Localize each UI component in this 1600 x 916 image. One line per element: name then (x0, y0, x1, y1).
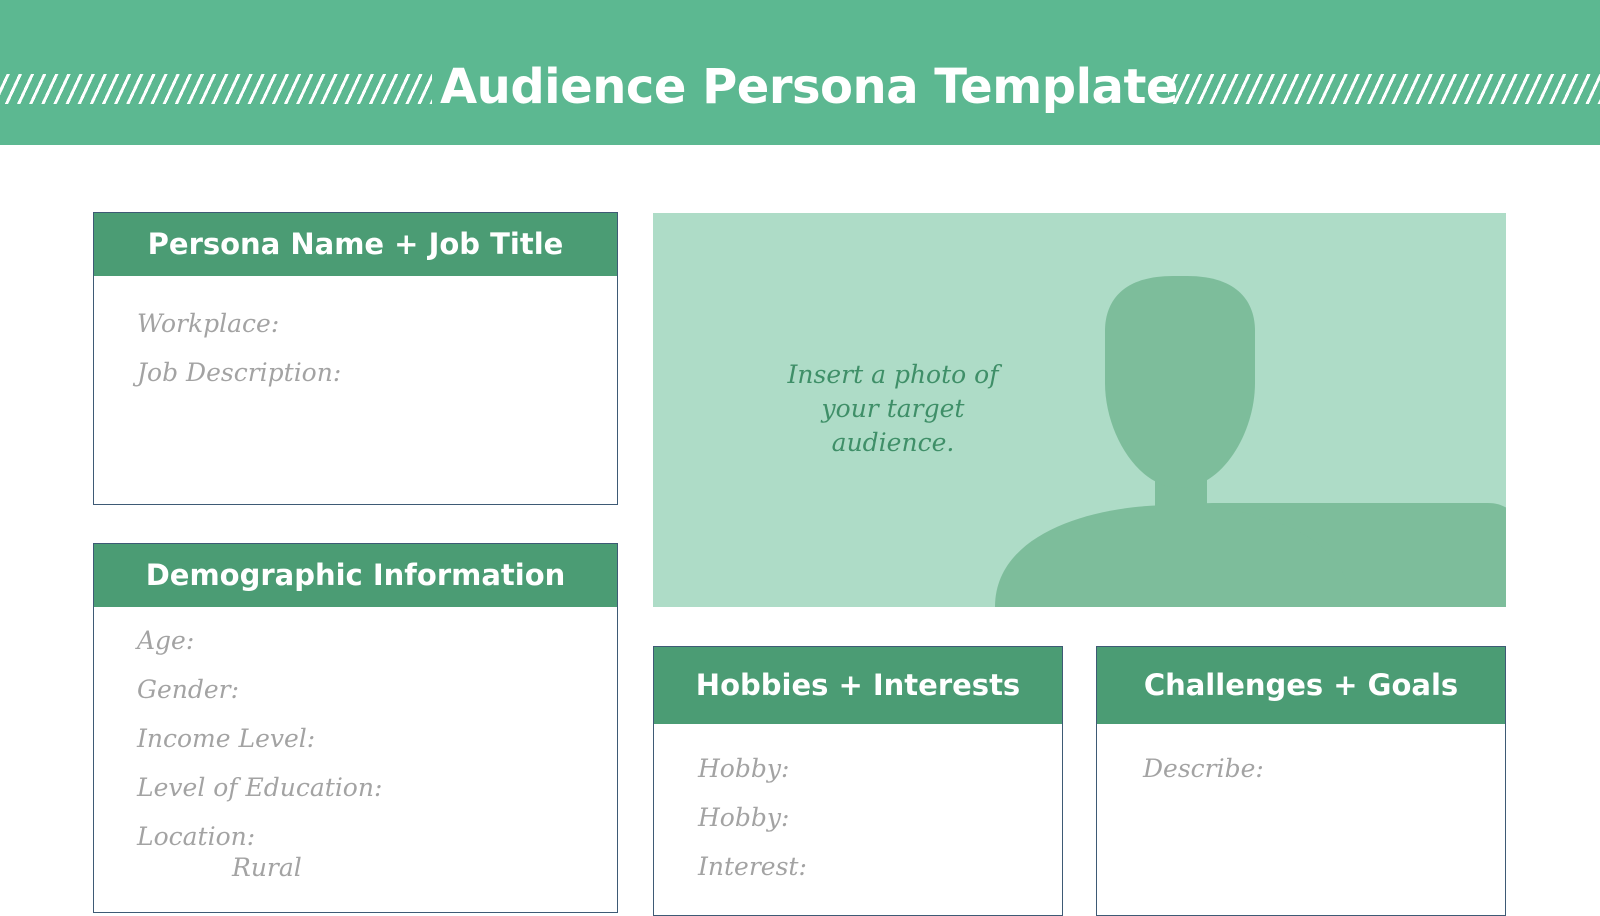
page-title: Audience Persona Template (440, 59, 1178, 115)
challenges-goals-card-title: Challenges + Goals (1097, 647, 1505, 724)
describe-field[interactable]: Describe: (1143, 754, 1264, 783)
age-field[interactable]: Age: (137, 626, 194, 655)
challenges-goals-card: Challenges + Goals Describe: (1096, 646, 1506, 916)
income-level-field[interactable]: Income Level: (137, 724, 315, 753)
demographic-card-title: Demographic Information (94, 544, 617, 607)
photo-placeholder-line-1: Insert a photo of (787, 360, 999, 389)
demographic-card: Demographic Information Age: Gender: Inc… (93, 543, 618, 913)
header-banner: Audience Persona Template (0, 0, 1600, 145)
location-field[interactable]: Location: (137, 822, 255, 851)
persona-photo-placeholder[interactable]: Insert a photo of your target audience. (653, 213, 1506, 607)
workplace-field[interactable]: Workplace: (137, 309, 279, 338)
hobbies-interests-card: Hobbies + Interests Hobby: Hobby: Intere… (653, 646, 1063, 916)
decorative-hatch-right (1168, 74, 1600, 104)
interest-field[interactable]: Interest: (698, 852, 807, 881)
hobby-field-2[interactable]: Hobby: (698, 803, 789, 832)
decorative-hatch-left (0, 74, 432, 104)
photo-placeholder-text: Insert a photo of your target audience. (763, 358, 1023, 460)
photo-placeholder-line-2: your target (821, 394, 965, 423)
location-option-rural[interactable]: Rural (232, 853, 302, 882)
hobby-field-1[interactable]: Hobby: (698, 754, 789, 783)
persona-name-card: Persona Name + Job Title Workplace: Job … (93, 212, 618, 505)
job-description-field[interactable]: Job Description: (137, 358, 341, 387)
education-level-field[interactable]: Level of Education: (137, 773, 382, 802)
persona-name-card-title: Persona Name + Job Title (94, 213, 617, 276)
hobbies-interests-card-title: Hobbies + Interests (654, 647, 1062, 724)
photo-placeholder-line-3: audience. (831, 428, 955, 457)
gender-field[interactable]: Gender: (137, 675, 239, 704)
